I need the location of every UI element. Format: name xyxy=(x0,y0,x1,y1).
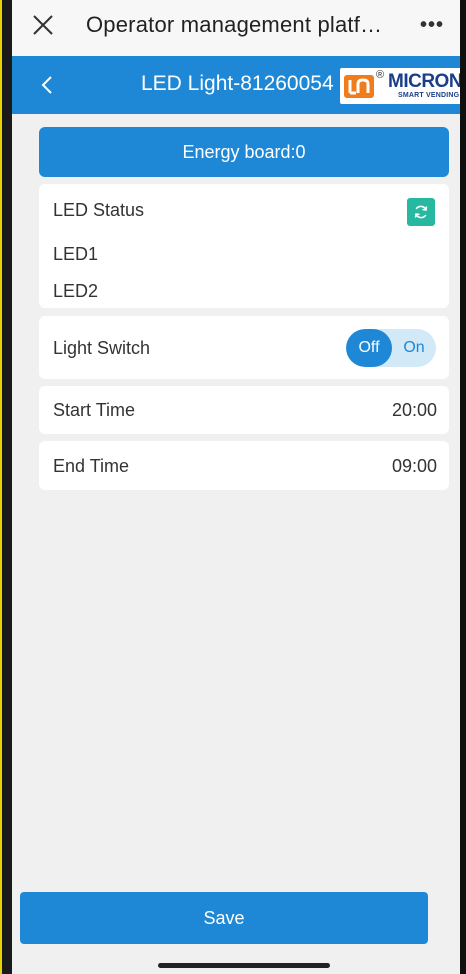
refresh-icon xyxy=(414,205,428,219)
device-frame-left xyxy=(0,0,12,974)
page-title: LED Light-81260054 xyxy=(141,72,334,95)
light-switch-label: Light Switch xyxy=(53,338,151,358)
app-top-bar: Operator management platf… ••• xyxy=(12,0,460,56)
light-switch-toggle[interactable]: Off On xyxy=(346,329,436,367)
refresh-button[interactable] xyxy=(407,198,435,226)
platform-title: Operator management platf… xyxy=(86,12,383,37)
micron-logo: ® MICRON SMART VENDING xyxy=(340,68,460,104)
home-indicator[interactable] xyxy=(158,963,330,968)
toggle-on-option[interactable]: On xyxy=(392,329,436,367)
light-switch-card: Light Switch Off On xyxy=(39,316,449,379)
start-time-row[interactable]: Start Time 20:00 xyxy=(39,386,449,434)
logo-brand: MICRON xyxy=(388,71,460,92)
end-time-label: End Time xyxy=(53,456,130,476)
back-arrow-icon[interactable] xyxy=(40,74,54,96)
page-header: LED Light-81260054 ® MICRON SMART VENDIN… xyxy=(12,56,460,114)
end-time-row[interactable]: End Time 09:00 xyxy=(39,441,449,490)
more-options-icon[interactable]: ••• xyxy=(420,15,444,35)
led-item-2: LED2 xyxy=(53,281,99,301)
end-time-value[interactable]: 09:00 xyxy=(392,456,437,477)
app-screen: Operator management platf… ••• LED Light… xyxy=(12,0,460,974)
energy-board-button[interactable]: Energy board:0 xyxy=(39,127,449,177)
led-item-1: LED1 xyxy=(53,244,99,264)
led-status-title: LED Status xyxy=(53,200,145,220)
start-time-value[interactable]: 20:00 xyxy=(392,400,437,421)
toggle-off-option[interactable]: Off xyxy=(346,329,392,367)
save-button[interactable]: Save xyxy=(20,892,428,944)
led-status-card: LED Status LED1 LED2 xyxy=(39,184,449,308)
logo-tagline: SMART VENDING xyxy=(398,92,460,99)
registered-mark: ® xyxy=(376,69,385,81)
micron-logo-mark-icon xyxy=(344,75,374,98)
start-time-label: Start Time xyxy=(53,400,136,420)
close-icon[interactable] xyxy=(30,12,56,38)
device-frame-right xyxy=(460,0,466,974)
